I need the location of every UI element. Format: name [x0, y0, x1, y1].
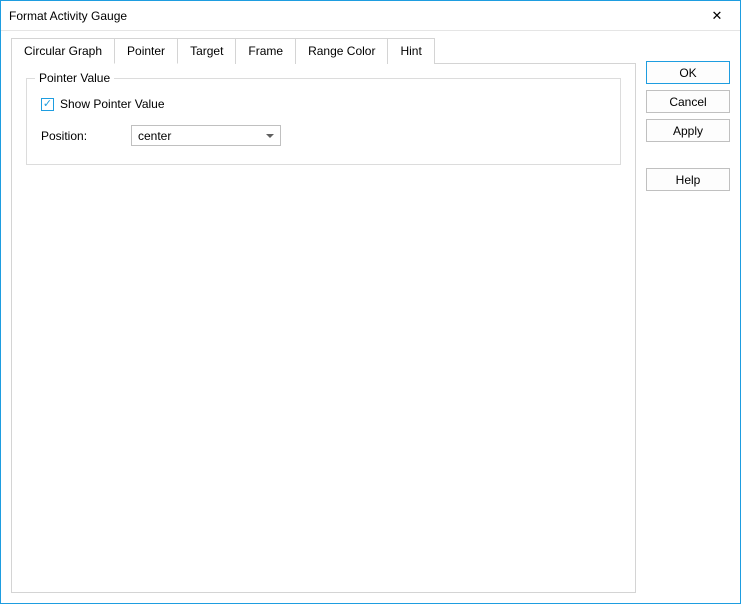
- tab-strip: Circular Graph Pointer Target Frame Rang…: [11, 37, 636, 63]
- show-pointer-value-row: ✓ Show Pointer Value: [41, 97, 610, 111]
- cancel-button[interactable]: Cancel: [646, 90, 730, 113]
- button-column: OK Cancel Apply Help: [646, 37, 730, 593]
- pointer-value-group-label: Pointer Value: [35, 71, 114, 85]
- tab-pointer[interactable]: Pointer: [114, 38, 178, 64]
- tab-target[interactable]: Target: [177, 38, 236, 64]
- tab-circular-graph[interactable]: Circular Graph: [11, 38, 115, 64]
- tab-frame[interactable]: Frame: [235, 38, 296, 64]
- help-button[interactable]: Help: [646, 168, 730, 191]
- close-button[interactable]: ✕: [702, 4, 732, 28]
- checkmark-icon: ✓: [43, 99, 52, 110]
- spacer: [646, 148, 730, 162]
- show-pointer-value-checkbox[interactable]: ✓: [41, 98, 54, 111]
- tab-range-color[interactable]: Range Color: [295, 38, 388, 64]
- chevron-down-icon: [266, 134, 274, 138]
- pointer-value-group: Pointer Value ✓ Show Pointer Value Posit…: [26, 78, 621, 165]
- dialog-body: Circular Graph Pointer Target Frame Rang…: [1, 31, 740, 603]
- position-row: Position: center: [41, 125, 610, 146]
- main-area: Circular Graph Pointer Target Frame Rang…: [11, 37, 636, 593]
- window-title: Format Activity Gauge: [9, 9, 127, 23]
- apply-button[interactable]: Apply: [646, 119, 730, 142]
- tab-content: Pointer Value ✓ Show Pointer Value Posit…: [11, 63, 636, 593]
- position-label: Position:: [41, 129, 131, 143]
- position-combobox[interactable]: center: [131, 125, 281, 146]
- close-icon: ✕: [712, 8, 723, 24]
- ok-button[interactable]: OK: [646, 61, 730, 84]
- show-pointer-value-label: Show Pointer Value: [60, 97, 165, 111]
- tab-hint[interactable]: Hint: [387, 38, 434, 64]
- titlebar: Format Activity Gauge ✕: [1, 1, 740, 31]
- position-value: center: [138, 129, 171, 143]
